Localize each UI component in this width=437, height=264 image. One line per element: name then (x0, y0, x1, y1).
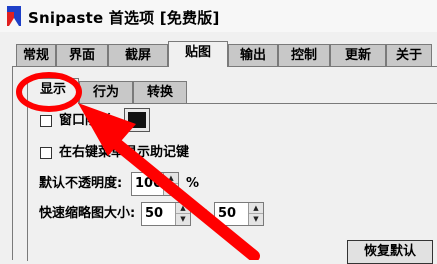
display-settings-panel: 窗口阴影 在右键菜单显示助记键 默认不透明度: 100 ▲ ▼ % 快速缩略图大… (27, 103, 437, 264)
opacity-value: 100 (135, 176, 163, 191)
window-shadow-label: 窗口阴影 (59, 113, 112, 128)
thumb-width-value: 50 (145, 206, 164, 221)
tab-general[interactable]: 常规 (16, 44, 56, 66)
thumb-height-value: 50 (218, 206, 237, 221)
thumb-height-spin-buttons: ▲ ▼ (248, 203, 263, 225)
tab-capture[interactable]: 截屏 (108, 44, 168, 66)
show-mnemonic-checkbox[interactable] (40, 147, 52, 159)
pin-settings-panel: 显示 行为 转换 窗口阴影 在右键菜单显示助记键 默认不透明度: 100 ▲ ▼… (12, 66, 437, 264)
window-shadow-checkbox[interactable] (40, 115, 52, 127)
subtab-transform[interactable]: 转换 (133, 81, 187, 103)
subtab-behavior[interactable]: 行为 (79, 81, 133, 103)
subtab-display[interactable]: 显示 (27, 78, 79, 104)
tab-control[interactable]: 控制 (278, 44, 330, 66)
tab-label: 输出 (239, 48, 266, 63)
tab-label: 截屏 (124, 48, 151, 63)
tab-about[interactable]: 关于 (386, 44, 432, 66)
tab-update[interactable]: 更新 (330, 44, 386, 66)
shadow-color-button[interactable] (124, 108, 150, 132)
tab-interface[interactable]: 界面 (56, 44, 108, 66)
window-title: Snipaste 首选项 [免费版] (28, 9, 220, 27)
preferences-window: 常规 界面 截屏 贴图 输出 控制 更新 关于 显示 行为 转换 窗口阴影 在右… (0, 32, 437, 264)
tab-output[interactable]: 输出 (228, 44, 278, 66)
tab-label: 转换 (146, 85, 173, 100)
tab-label: 常规 (22, 48, 49, 63)
spin-down-icon[interactable]: ▼ (164, 184, 178, 195)
tab-label: 更新 (344, 48, 371, 63)
thumb-size-separator: x (199, 206, 208, 221)
tab-label: 控制 (290, 48, 317, 63)
opacity-unit: % (186, 176, 200, 191)
shadow-color-fill (128, 112, 146, 128)
tab-label: 贴图 (184, 45, 211, 60)
restore-defaults-label: 恢复默认 (363, 244, 416, 259)
thumb-height-spinbox[interactable]: 50 ▲ ▼ (214, 202, 264, 226)
thumb-width-spin-buttons: ▲ ▼ (175, 203, 190, 225)
title-bar[interactable]: Snipaste 首选项 [免费版] (0, 0, 437, 32)
tab-label: 界面 (68, 48, 95, 63)
opacity-label: 默认不透明度: (39, 176, 123, 191)
snipaste-app-icon (7, 6, 21, 26)
spin-up-icon[interactable]: ▲ (176, 203, 190, 214)
tab-pin[interactable]: 贴图 (168, 41, 228, 67)
spin-up-icon[interactable]: ▲ (249, 203, 263, 214)
thumb-width-spinbox[interactable]: 50 ▲ ▼ (141, 202, 191, 226)
spin-up-icon[interactable]: ▲ (164, 173, 178, 184)
tab-label: 行为 (92, 85, 119, 100)
spin-down-icon[interactable]: ▼ (249, 214, 263, 225)
show-mnemonic-label: 在右键菜单显示助记键 (59, 145, 190, 160)
tab-label: 关于 (395, 48, 422, 63)
thumb-size-label: 快速缩略图大小: (39, 206, 136, 221)
opacity-spin-buttons: ▲ ▼ (163, 173, 178, 195)
tab-label: 显示 (39, 82, 66, 97)
opacity-spinbox[interactable]: 100 ▲ ▼ (131, 172, 179, 196)
restore-defaults-button[interactable]: 恢复默认 (347, 240, 433, 264)
spin-down-icon[interactable]: ▼ (176, 214, 190, 225)
